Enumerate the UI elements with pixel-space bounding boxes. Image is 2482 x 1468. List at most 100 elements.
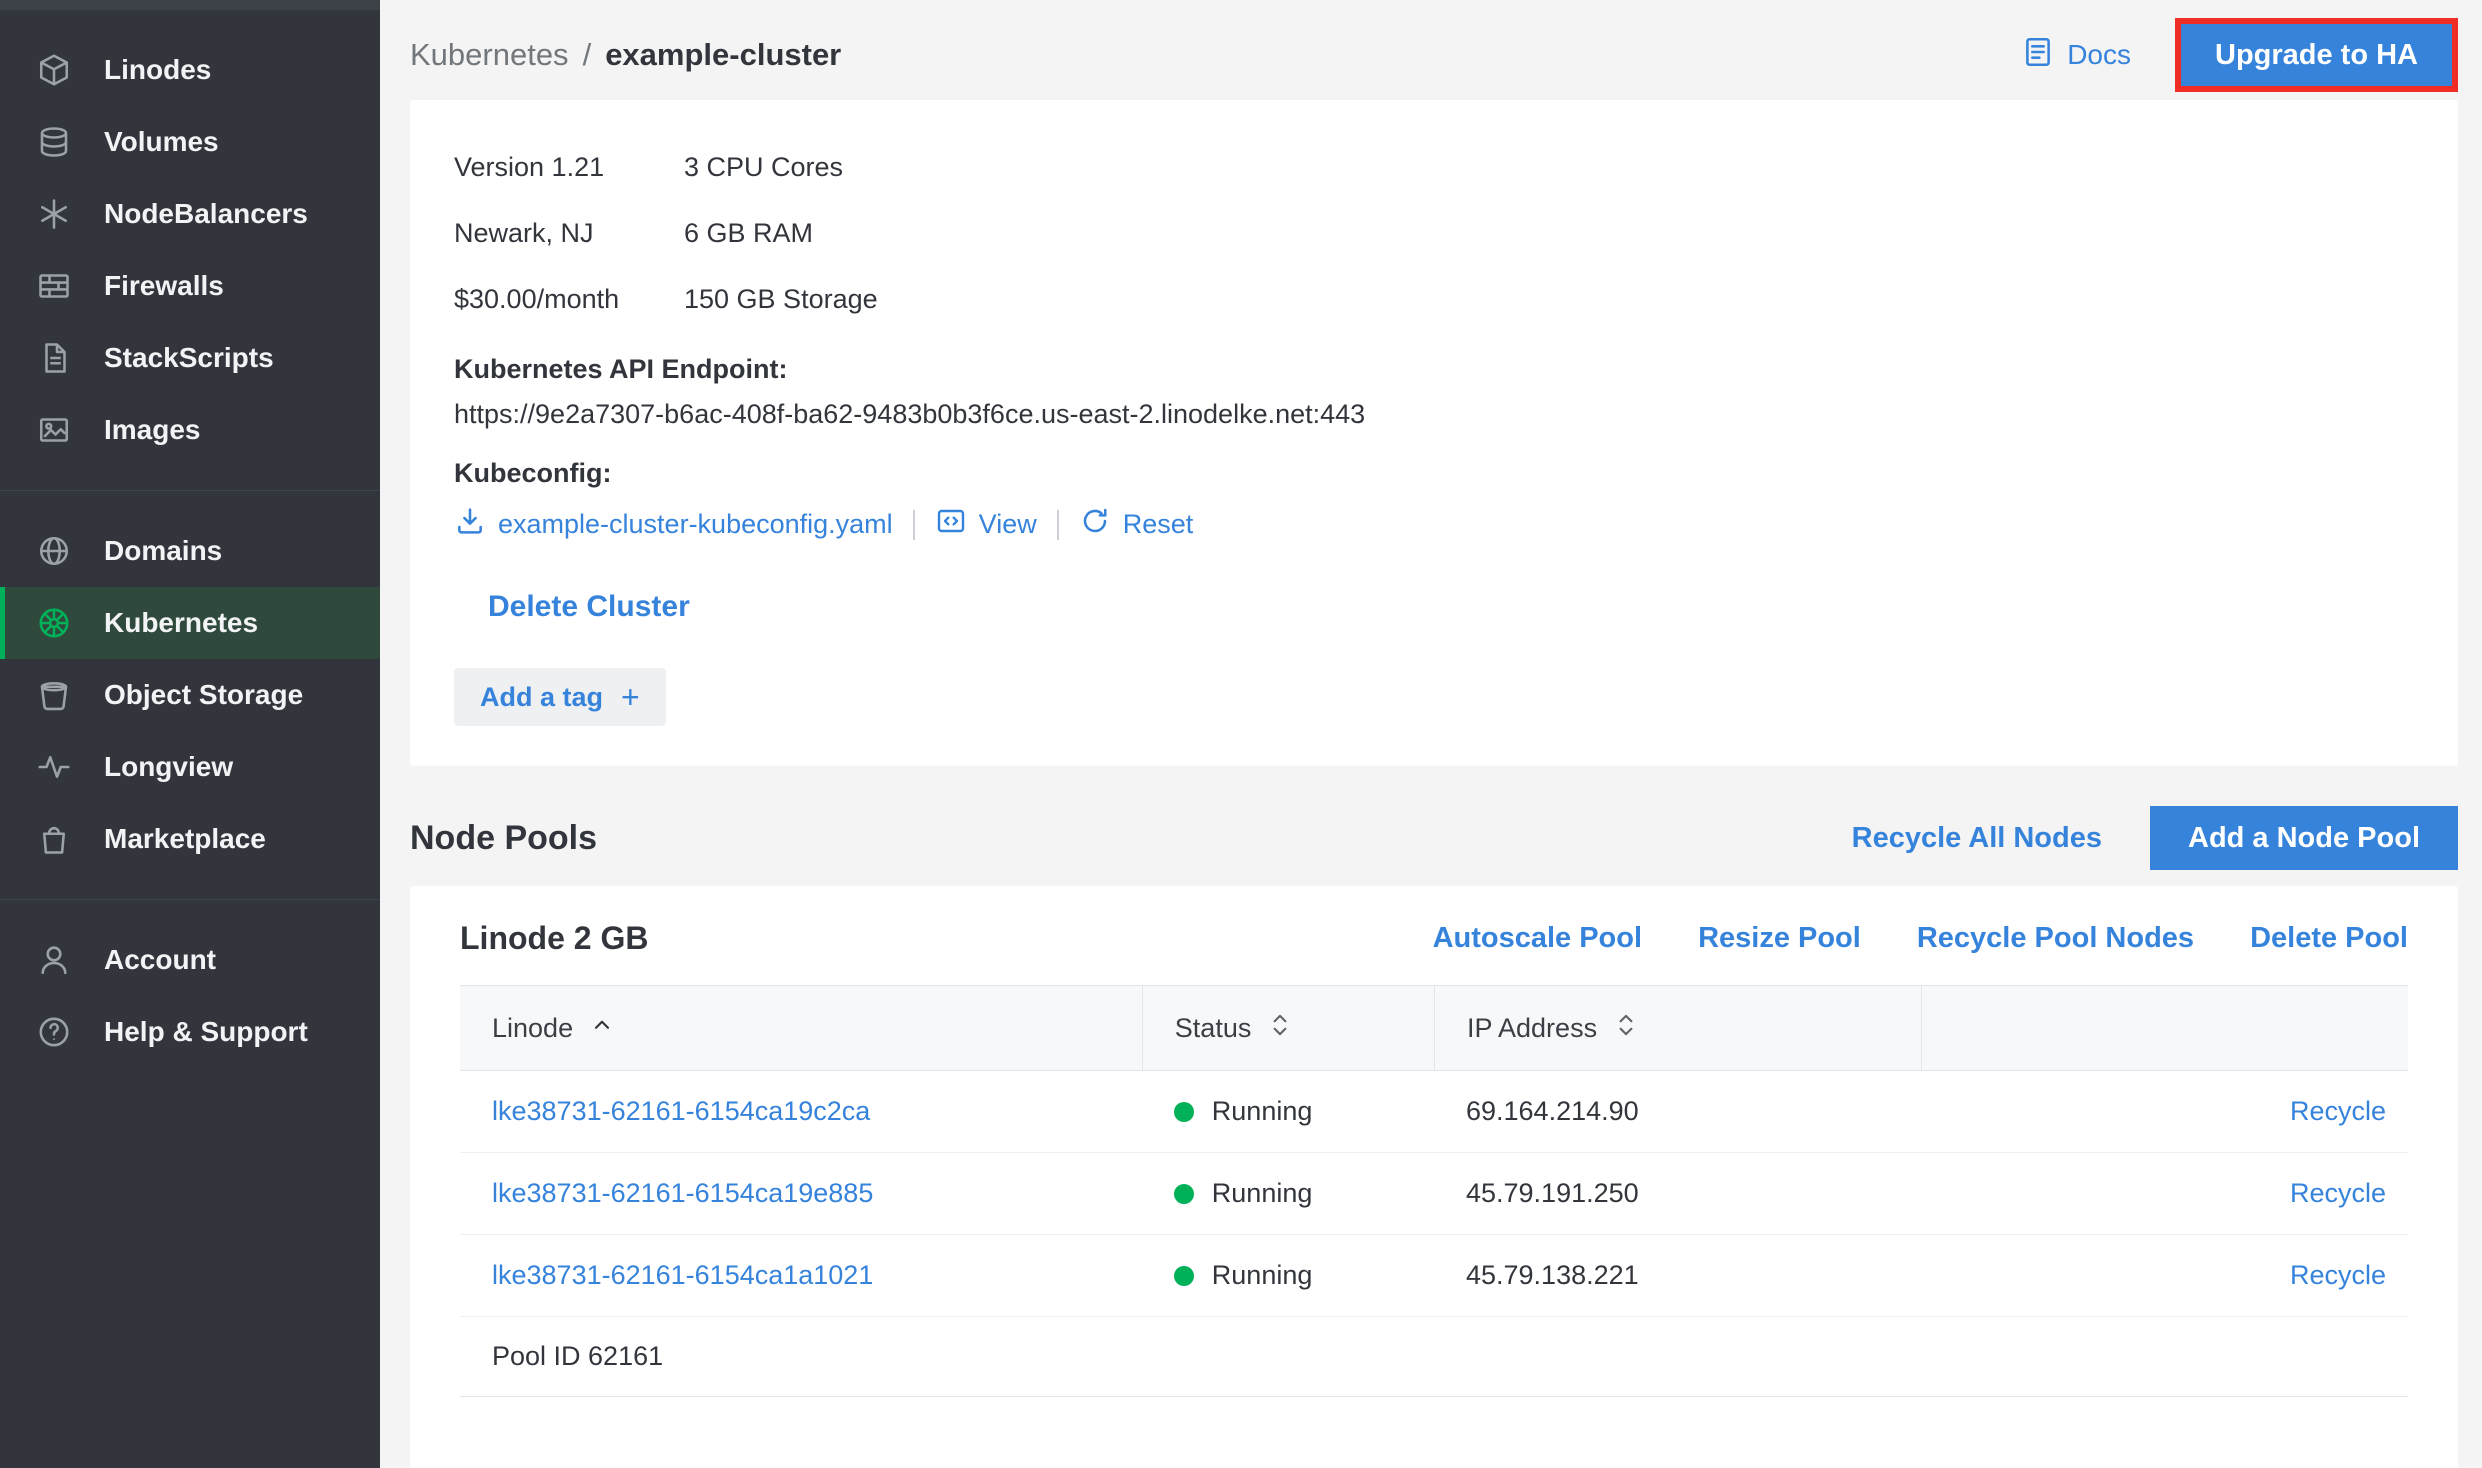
column-label: Status: [1175, 1013, 1252, 1044]
sidebar-item-label: Longview: [104, 751, 233, 783]
delete-cluster-button[interactable]: Delete Cluster: [488, 590, 690, 624]
column-header-status[interactable]: Status: [1142, 986, 1434, 1070]
node-status: Running: [1142, 1096, 1434, 1127]
autoscale-pool-link[interactable]: Autoscale Pool: [1433, 922, 1643, 955]
person-icon: [34, 940, 74, 980]
sidebar-item-marketplace[interactable]: Marketplace: [0, 803, 380, 875]
node-status: Running: [1142, 1178, 1434, 1209]
status-dot-running: [1174, 1184, 1194, 1204]
sidebar-item-linodes[interactable]: Linodes: [0, 34, 380, 106]
breadcrumb-separator: /: [583, 37, 592, 73]
breadcrumb-cluster-name: example-cluster: [605, 37, 841, 73]
recycle-node-link[interactable]: Recycle: [2290, 1096, 2386, 1127]
node-action-cell: Recycle: [1921, 1178, 2408, 1209]
pool-actions: Autoscale Pool Resize Pool Recycle Pool …: [1433, 922, 2408, 955]
divider: [1057, 510, 1059, 540]
api-endpoint-url: https://9e2a7307-b6ac-408f-ba62-9483b0b3…: [454, 399, 2414, 430]
node-ip: 45.79.138.221: [1434, 1260, 1921, 1291]
spec-ram: 6 GB RAM: [684, 218, 813, 249]
header-actions: Docs Upgrade to HA: [2021, 18, 2458, 92]
spec-version: Version 1.21: [454, 152, 684, 183]
delete-cluster-row: Delete Cluster: [454, 590, 2414, 624]
resize-pool-link[interactable]: Resize Pool: [1698, 922, 1861, 955]
sidebar-item-firewalls[interactable]: Firewalls: [0, 250, 380, 322]
nav-group-account: Account Help & Support: [0, 924, 380, 1068]
recycle-node-link[interactable]: Recycle: [2290, 1178, 2386, 1209]
sidebar-divider: [0, 899, 380, 900]
sidebar-item-images[interactable]: Images: [0, 394, 380, 466]
sidebar-item-account[interactable]: Account: [0, 924, 380, 996]
node-status: Running: [1142, 1260, 1434, 1291]
spec-row: Newark, NJ 6 GB RAM: [454, 200, 2414, 266]
volumes-icon: [34, 122, 74, 162]
recycle-all-nodes-link[interactable]: Recycle All Nodes: [1852, 822, 2102, 855]
spec-row: Version 1.21 3 CPU Cores: [454, 134, 2414, 200]
node-ip: 69.164.214.90: [1434, 1096, 1921, 1127]
kubernetes-icon: [34, 603, 74, 643]
sidebar-divider: [0, 490, 380, 491]
node-link[interactable]: lke38731-62161-6154ca1a1021: [460, 1260, 1142, 1291]
node-pools-title: Node Pools: [410, 819, 597, 858]
sidebar-item-nodebalancers[interactable]: NodeBalancers: [0, 178, 380, 250]
sidebar-item-longview[interactable]: Longview: [0, 731, 380, 803]
code-icon: [935, 505, 967, 544]
sidebar-item-label: Firewalls: [104, 270, 224, 302]
view-kubeconfig-link[interactable]: View: [935, 505, 1037, 544]
chevron-up-icon: [589, 1012, 615, 1045]
reset-kubeconfig-link[interactable]: Reset: [1079, 505, 1194, 544]
add-tag-button[interactable]: Add a tag +: [454, 668, 666, 726]
sidebar-item-label: Account: [104, 944, 216, 976]
firewall-icon: [34, 266, 74, 306]
column-header-linode[interactable]: Linode: [460, 986, 1142, 1070]
column-label: IP Address: [1467, 1013, 1597, 1044]
globe-icon: [34, 531, 74, 571]
kubeconfig-download-link[interactable]: example-cluster-kubeconfig.yaml: [454, 505, 893, 544]
pool-name: Linode 2 GB: [460, 920, 648, 957]
sidebar-item-stackscripts[interactable]: StackScripts: [0, 322, 380, 394]
spec-region: Newark, NJ: [454, 218, 684, 249]
sidebar-item-label: Images: [104, 414, 201, 446]
sidebar: Linodes Volumes NodeBalancers Firewalls …: [0, 0, 380, 1468]
kubeconfig-label: Kubeconfig:: [454, 458, 2414, 489]
bucket-icon: [34, 675, 74, 715]
sidebar-item-label: StackScripts: [104, 342, 274, 374]
cube-icon: [34, 50, 74, 90]
sidebar-item-volumes[interactable]: Volumes: [0, 106, 380, 178]
recycle-pool-nodes-link[interactable]: Recycle Pool Nodes: [1917, 922, 2194, 955]
question-icon: [34, 1012, 74, 1052]
sidebar-item-kubernetes[interactable]: Kubernetes: [0, 587, 380, 659]
node-action-cell: Recycle: [1921, 1096, 2408, 1127]
page-header: Kubernetes / example-cluster Docs Upgrad…: [410, 22, 2458, 88]
api-endpoint-label: Kubernetes API Endpoint:: [454, 354, 2414, 385]
node-pools-header: Node Pools Recycle All Nodes Add a Node …: [410, 806, 2458, 870]
status-label: Running: [1212, 1096, 1313, 1127]
node-pool-card: Linode 2 GB Autoscale Pool Resize Pool R…: [410, 886, 2458, 1468]
sidebar-item-label: Marketplace: [104, 823, 266, 855]
upgrade-to-ha-button[interactable]: Upgrade to HA: [2181, 24, 2452, 86]
kubeconfig-row: example-cluster-kubeconfig.yaml View Res…: [454, 505, 2414, 544]
node-ip: 45.79.191.250: [1434, 1178, 1921, 1209]
sidebar-item-domains[interactable]: Domains: [0, 515, 380, 587]
download-icon: [454, 505, 486, 544]
sidebar-item-label: Help & Support: [104, 1016, 308, 1048]
recycle-node-link[interactable]: Recycle: [2290, 1260, 2386, 1291]
breadcrumb-section[interactable]: Kubernetes: [410, 37, 569, 73]
node-link[interactable]: lke38731-62161-6154ca19e885: [460, 1178, 1142, 1209]
spec-row: $30.00/month 150 GB Storage: [454, 266, 2414, 332]
breadcrumb: Kubernetes / example-cluster: [410, 37, 841, 73]
sidebar-item-help-support[interactable]: Help & Support: [0, 996, 380, 1068]
sidebar-item-object-storage[interactable]: Object Storage: [0, 659, 380, 731]
docs-link[interactable]: Docs: [2021, 35, 2131, 76]
table-row: lke38731-62161-6154ca19c2ca Running 69.1…: [460, 1071, 2408, 1153]
table-header-row: Linode Status IP Address: [460, 985, 2408, 1071]
nav-group-compute: Linodes Volumes NodeBalancers Firewalls …: [0, 34, 380, 466]
node-link[interactable]: lke38731-62161-6154ca19c2ca: [460, 1096, 1142, 1127]
column-header-ip-address[interactable]: IP Address: [1434, 986, 1921, 1070]
annotation-highlight-box: Upgrade to HA: [2175, 18, 2458, 92]
status-label: Running: [1212, 1178, 1313, 1209]
cluster-summary-card: Version 1.21 3 CPU Cores Newark, NJ 6 GB…: [410, 100, 2458, 766]
reset-icon: [1079, 505, 1111, 544]
add-node-pool-button[interactable]: Add a Node Pool: [2150, 806, 2458, 870]
spec-cpu: 3 CPU Cores: [684, 152, 843, 183]
delete-pool-link[interactable]: Delete Pool: [2250, 922, 2408, 955]
